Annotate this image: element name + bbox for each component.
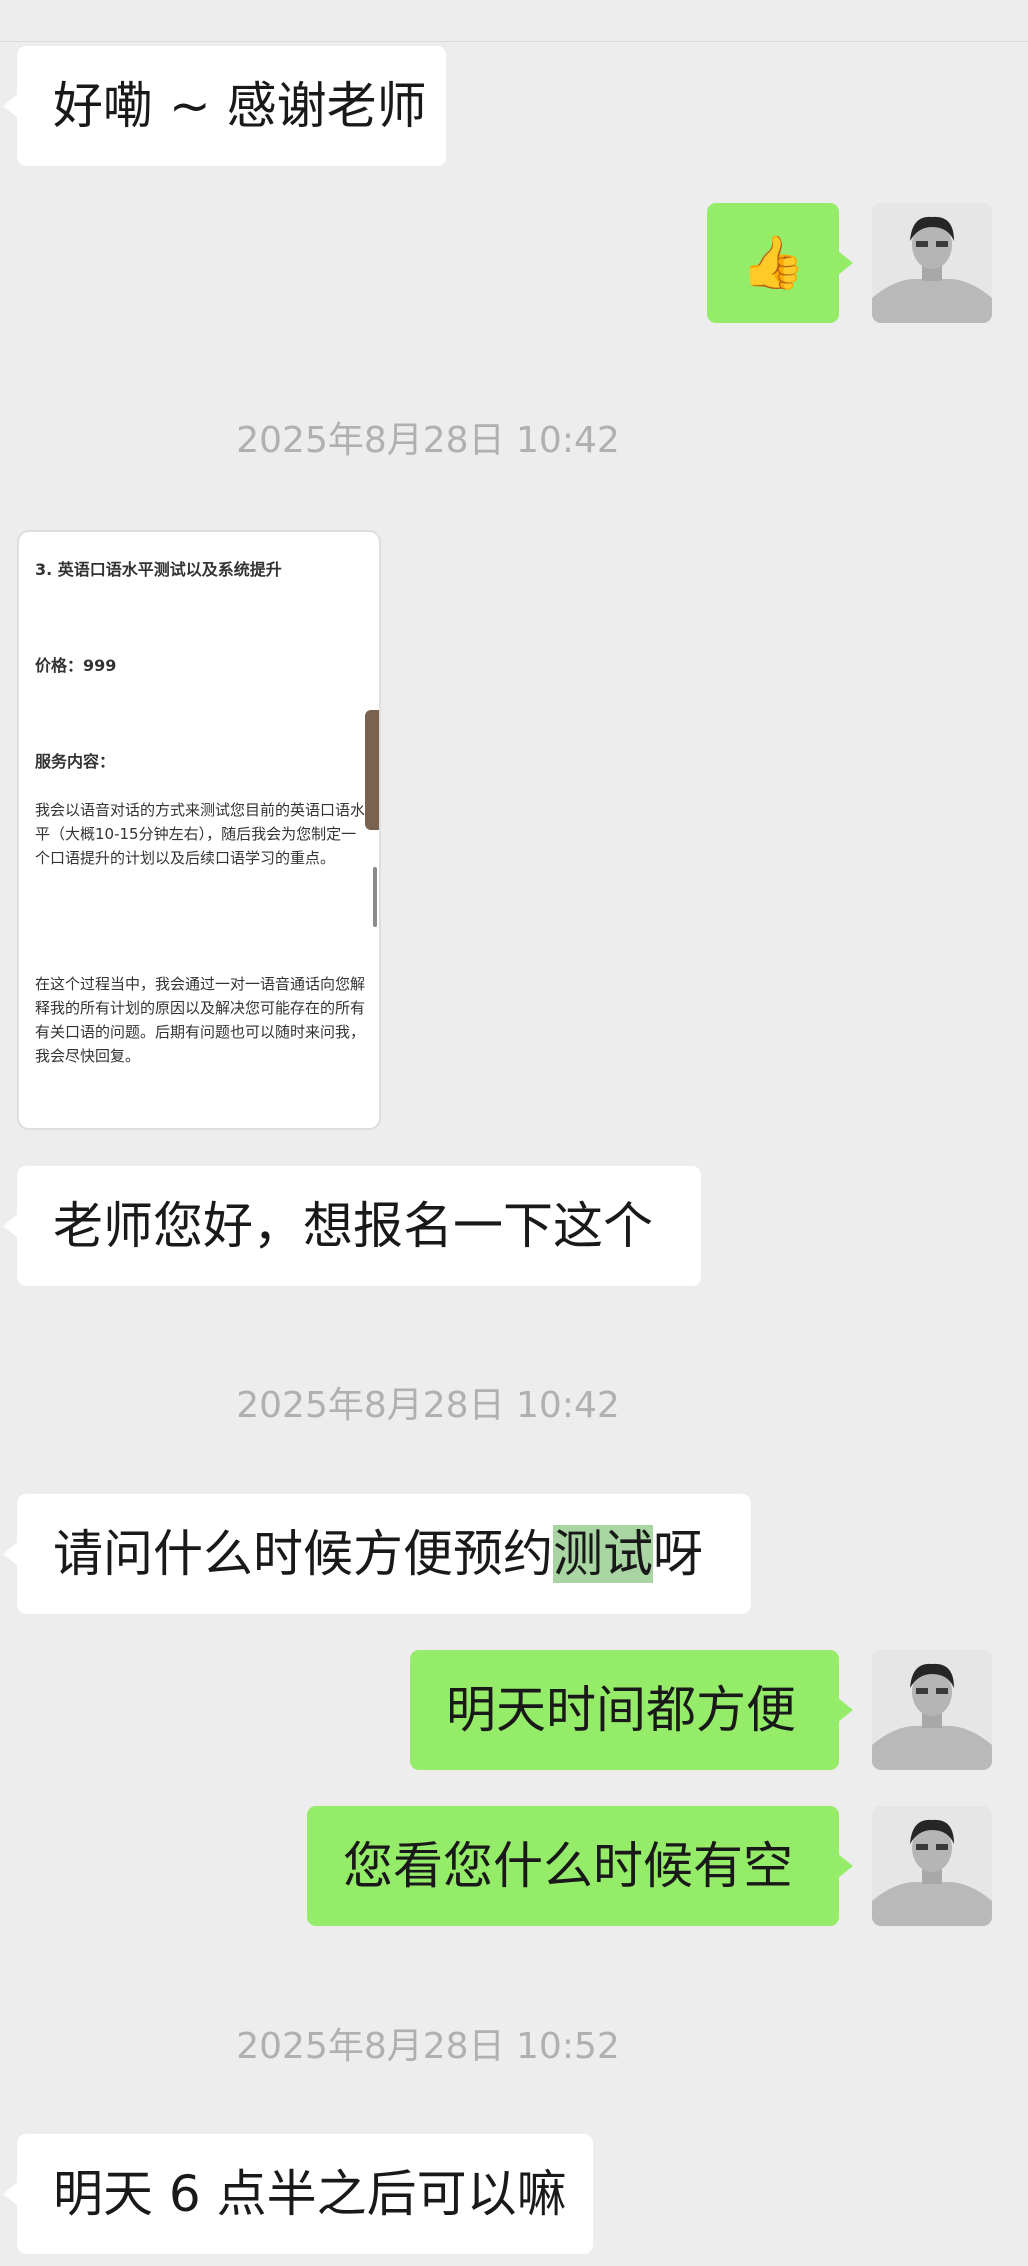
- incoming-message[interactable]: 请问什么时候方便预约测试呀: [3, 1494, 751, 1614]
- incoming-message[interactable]: 明天 6 点半之后可以嘛: [3, 2134, 593, 2254]
- message-text: 呀: [653, 1525, 703, 1583]
- message-text: 老师您好，想报名一下这个: [53, 1197, 653, 1255]
- avatar[interactable]: [872, 203, 992, 323]
- incoming-message[interactable]: 好嘞 ~ 感谢老师: [3, 46, 446, 166]
- outgoing-message[interactable]: 您看您什么时候有空: [307, 1806, 853, 1926]
- highlighted-text: 测试: [553, 1525, 653, 1583]
- message-text: 明天时间都方便: [446, 1681, 796, 1739]
- avatar-image: [872, 1806, 992, 1926]
- message-text: 明天 6 点半之后可以嘛: [53, 2165, 567, 2223]
- avatar-image: [872, 203, 992, 323]
- timestamp: 2025年8月28日 10:42: [236, 1385, 620, 1426]
- message-text: 请问什么时候方便预约: [53, 1525, 553, 1583]
- outgoing-sticker-message[interactable]: 👍: [707, 203, 853, 323]
- scrollbar[interactable]: [373, 867, 377, 927]
- avatar[interactable]: [872, 1650, 992, 1770]
- timestamp: 2025年8月28日 10:52: [236, 2026, 620, 2067]
- side-tab-handle[interactable]: [365, 710, 379, 830]
- top-divider: [0, 41, 1028, 42]
- outgoing-message[interactable]: 明天时间都方便: [410, 1650, 853, 1770]
- avatar-image: [872, 1650, 992, 1770]
- card-paragraph: 我会以语音对话的方式来测试您目前的英语口语水平（大概10-15分钟左右），随后我…: [35, 801, 366, 867]
- avatar[interactable]: [872, 1806, 992, 1926]
- message-text: 好嘞 ~ 感谢老师: [53, 77, 427, 135]
- card-service-heading: 服务内容：: [35, 752, 116, 771]
- shared-image-card[interactable]: 3. 英语口语水平测试以及系统提升 价格：999 服务内容： 我会以语音对话的方…: [17, 530, 381, 1130]
- card-price: 价格：999: [35, 656, 117, 675]
- timestamp: 2025年8月28日 10:42: [236, 420, 620, 461]
- incoming-message[interactable]: 老师您好，想报名一下这个: [3, 1166, 701, 1286]
- card-paragraph: 在这个过程当中，我会通过一对一语音通话向您解释我的所有计划的原因以及解决您可能存…: [35, 975, 366, 1065]
- card-title: 3. 英语口语水平测试以及系统提升: [35, 560, 282, 579]
- thumbs-up-icon: 👍: [740, 233, 806, 293]
- message-text: 您看您什么时候有空: [343, 1837, 793, 1895]
